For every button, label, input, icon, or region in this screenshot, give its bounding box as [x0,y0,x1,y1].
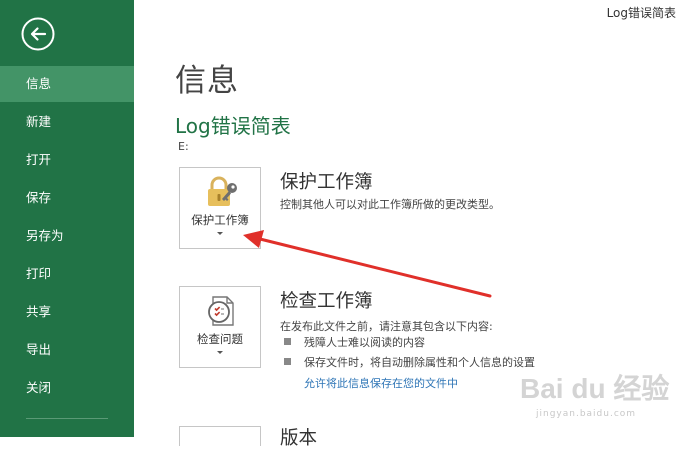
watermark-url: jingyan.baidu.com [536,409,637,419]
baidu-jingyan-watermark: Bai du 经验 [520,372,669,404]
svg-text:Bai du 经验: Bai du 经验 [520,372,669,404]
